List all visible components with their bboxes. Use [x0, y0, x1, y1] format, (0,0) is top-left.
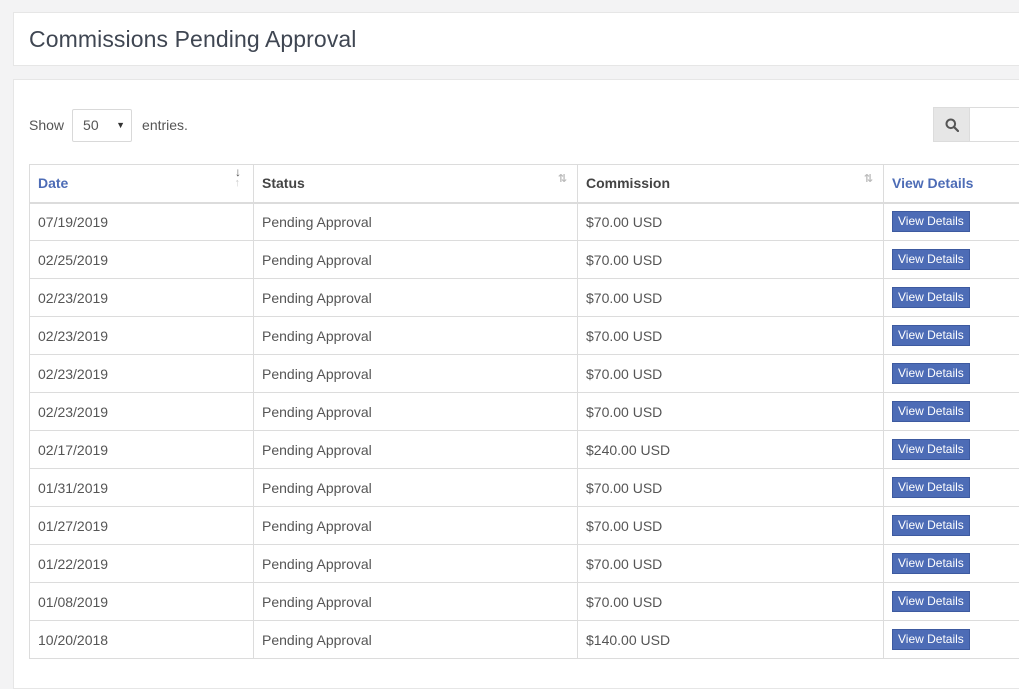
- cell-date: 01/31/2019: [30, 469, 254, 507]
- search-box: [933, 107, 1019, 142]
- cell-action: View Details: [884, 203, 1019, 241]
- page-header: Commissions Pending Approval: [13, 12, 1019, 66]
- table-row: 07/19/2019Pending Approval$70.00 USD View…: [30, 203, 1019, 241]
- cell-status: Pending Approval: [254, 393, 578, 431]
- table-row: 01/31/2019Pending Approval$70.00 USD View…: [30, 469, 1019, 507]
- search-button[interactable]: [933, 107, 970, 142]
- cell-commission: $70.00 USD: [578, 317, 884, 355]
- cell-status: Pending Approval: [254, 241, 578, 279]
- table-row: 02/25/2019Pending Approval$70.00 USD View…: [30, 241, 1019, 279]
- view-details-button[interactable]: View Details: [892, 629, 970, 650]
- cell-date: 10/20/2018: [30, 621, 254, 659]
- commissions-table: Date ↓ ↑ Status ⇅ Commission ⇅ View Deta…: [29, 164, 1019, 659]
- table-row: 02/23/2019Pending Approval$70.00 USD View…: [30, 279, 1019, 317]
- cell-commission: $70.00 USD: [578, 545, 884, 583]
- search-icon: [945, 118, 959, 132]
- column-header-view-details: View Details: [884, 165, 1019, 203]
- column-header-status[interactable]: Status ⇅: [254, 165, 578, 203]
- cell-date: 07/19/2019: [30, 203, 254, 241]
- view-details-button[interactable]: View Details: [892, 325, 970, 346]
- cell-date: 01/27/2019: [30, 507, 254, 545]
- view-details-button[interactable]: View Details: [892, 249, 970, 270]
- cell-status: Pending Approval: [254, 507, 578, 545]
- view-details-button[interactable]: View Details: [892, 515, 970, 536]
- cell-action: View Details: [884, 241, 1019, 279]
- cell-date: 02/23/2019: [30, 393, 254, 431]
- table-row: 02/23/2019Pending Approval$70.00 USD View…: [30, 355, 1019, 393]
- cell-commission: $240.00 USD: [578, 431, 884, 469]
- column-header-label: View Details: [892, 175, 973, 191]
- cell-date: 02/17/2019: [30, 431, 254, 469]
- cell-date: 02/23/2019: [30, 317, 254, 355]
- entries-label: entries.: [142, 117, 188, 133]
- cell-status: Pending Approval: [254, 583, 578, 621]
- show-label: Show: [29, 117, 64, 133]
- table-body: 07/19/2019Pending Approval$70.00 USDView…: [30, 203, 1019, 659]
- cell-date: 01/22/2019: [30, 545, 254, 583]
- view-details-button[interactable]: View Details: [892, 439, 970, 460]
- view-details-button[interactable]: View Details: [892, 591, 970, 612]
- content-panel: Show 50 ▼ entries. Date ↓: [13, 79, 1019, 689]
- cell-action: View Details: [884, 431, 1019, 469]
- table-header-row: Date ↓ ↑ Status ⇅ Commission ⇅ View Deta…: [30, 165, 1019, 203]
- view-details-button[interactable]: View Details: [892, 477, 970, 498]
- entries-length-control: Show 50 ▼ entries.: [29, 108, 188, 142]
- column-header-label: Commission: [586, 175, 670, 191]
- cell-date: 02/23/2019: [30, 279, 254, 317]
- cell-action: View Details: [884, 355, 1019, 393]
- cell-commission: $70.00 USD: [578, 355, 884, 393]
- cell-status: Pending Approval: [254, 545, 578, 583]
- table-row: 02/17/2019Pending Approval$240.00 USD Vie…: [30, 431, 1019, 469]
- cell-action: View Details: [884, 393, 1019, 431]
- table-row: 02/23/2019Pending Approval$70.00 USD View…: [30, 393, 1019, 431]
- cell-commission: $70.00 USD: [578, 583, 884, 621]
- cell-commission: $70.00 USD: [578, 279, 884, 317]
- cell-action: View Details: [884, 507, 1019, 545]
- cell-action: View Details: [884, 545, 1019, 583]
- cell-status: Pending Approval: [254, 355, 578, 393]
- table-row: 01/22/2019Pending Approval$70.00 USD View…: [30, 545, 1019, 583]
- cell-date: 02/23/2019: [30, 355, 254, 393]
- caret-down-icon: ▼: [116, 120, 125, 130]
- cell-status: Pending Approval: [254, 621, 578, 659]
- view-details-button[interactable]: View Details: [892, 287, 970, 308]
- cell-commission: $140.00 USD: [578, 621, 884, 659]
- table-row: 02/23/2019Pending Approval$70.00 USD View…: [30, 317, 1019, 355]
- column-header-label: Status: [262, 175, 305, 191]
- column-header-label: Date: [38, 175, 68, 191]
- cell-commission: $70.00 USD: [578, 241, 884, 279]
- entries-select[interactable]: 50 ▼: [72, 109, 132, 142]
- entries-select-value: 50: [83, 117, 99, 133]
- cell-commission: $70.00 USD: [578, 507, 884, 545]
- sort-asc-icon: ↑: [235, 177, 241, 189]
- cell-action: View Details: [884, 317, 1019, 355]
- table-row: 01/27/2019Pending Approval$70.00 USD View…: [30, 507, 1019, 545]
- cell-action: View Details: [884, 621, 1019, 659]
- search-input[interactable]: [970, 107, 1019, 142]
- cell-commission: $70.00 USD: [578, 393, 884, 431]
- table-row: 10/20/2018Pending Approval$140.00 USD Vie…: [30, 621, 1019, 659]
- view-details-button[interactable]: View Details: [892, 401, 970, 422]
- cell-action: View Details: [884, 469, 1019, 507]
- view-details-button[interactable]: View Details: [892, 553, 970, 574]
- cell-action: View Details: [884, 279, 1019, 317]
- cell-date: 01/08/2019: [30, 583, 254, 621]
- cell-status: Pending Approval: [254, 279, 578, 317]
- view-details-button[interactable]: View Details: [892, 363, 970, 384]
- table-row: 01/08/2019Pending Approval$70.00 USD View…: [30, 583, 1019, 621]
- column-header-date[interactable]: Date ↓ ↑: [30, 165, 254, 203]
- cell-status: Pending Approval: [254, 431, 578, 469]
- cell-commission: $70.00 USD: [578, 203, 884, 241]
- cell-status: Pending Approval: [254, 469, 578, 507]
- column-header-commission[interactable]: Commission ⇅: [578, 165, 884, 203]
- cell-status: Pending Approval: [254, 317, 578, 355]
- page-title: Commissions Pending Approval: [29, 26, 357, 53]
- cell-commission: $70.00 USD: [578, 469, 884, 507]
- cell-action: View Details: [884, 583, 1019, 621]
- view-details-button[interactable]: View Details: [892, 211, 970, 232]
- cell-date: 02/25/2019: [30, 241, 254, 279]
- sort-icon: ⇅: [558, 174, 567, 185]
- sort-icon: ⇅: [864, 174, 873, 185]
- cell-status: Pending Approval: [254, 203, 578, 241]
